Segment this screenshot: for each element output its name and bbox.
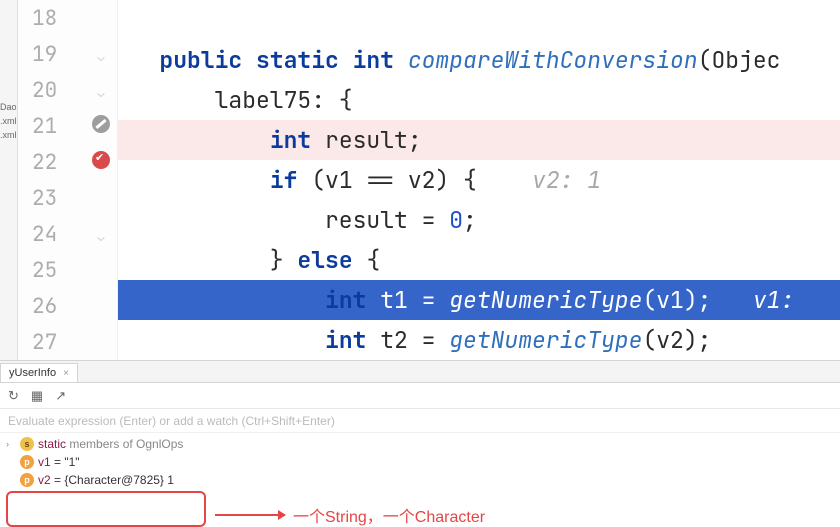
code-token: label75: { [159,85,352,115]
arrow-shaft-icon [215,514,285,516]
code-line[interactable]: int t2 = getNumericType(v2); [118,320,840,360]
code-token: v2: 1 [532,165,601,195]
code-token: ; [463,205,477,235]
debugger-panel: yUserInfo × ↻ ▦ ↗ Evaluate expression (E… [0,360,840,500]
file-tab-dao[interactable]: Dao. [0,100,17,114]
code-line[interactable]: } else { [118,240,840,280]
code-token: int [325,285,366,315]
code-token: v1: [753,285,794,315]
param-badge-icon: p [20,473,34,487]
code-token: 0 [449,205,463,235]
line-number: 18 [32,5,91,32]
file-tabs-sidebar: Dao. .xml .xml [0,0,18,360]
code-line[interactable]: result = 0; [118,200,840,240]
export-icon[interactable]: ↗ [55,388,66,404]
code-token: static [256,45,353,75]
annotation-arrow: 一个String，一个Character [215,503,485,527]
line-number: 25 [32,257,91,284]
var-v2-name: v2 [38,473,51,487]
code-token: result; [325,125,422,155]
line-number: 26 [32,293,91,320]
fold-icon[interactable]: ⌄ [91,77,111,104]
code-line[interactable]: if (v1 == v2) { v2: 1 [118,160,840,200]
debugger-tabs: yUserInfo × [0,361,840,383]
code-editor[interactable]: public static int compareWithConversion(… [118,0,840,360]
gutter-row[interactable]: 22 [18,144,117,180]
gutter-row[interactable]: 21 [18,108,117,144]
code-line[interactable]: label75: { [118,80,840,120]
code-token: t1 = [366,285,449,315]
code-line[interactable]: int result; [118,120,840,160]
var-row-v2[interactable]: p v2 = {Character@7825} 1 [0,471,840,489]
code-token: (Objec [698,45,781,75]
code-token: if [270,165,311,195]
var-static-label: static [38,437,66,451]
code-token: (v1 == v2) { [311,165,532,195]
var-row-static[interactable]: › s static members of OgnlOps [0,435,840,453]
line-number: 21 [32,113,91,140]
rerun-icon[interactable]: ↻ [8,388,19,404]
fold-icon[interactable]: ⌄ [91,41,111,68]
code-token [159,125,269,155]
file-tab-xml1[interactable]: .xml [0,114,17,128]
eval-placeholder: Evaluate expression (Enter) or add a wat… [8,414,335,428]
line-number: 24 [32,221,91,248]
grid-icon[interactable]: ▦ [31,388,43,404]
param-badge-icon: p [20,455,34,469]
code-line[interactable] [118,0,840,40]
code-token [159,165,269,195]
code-token: int [353,45,408,75]
var-v1-name: v1 [38,455,51,469]
line-number: 20 [32,77,91,104]
debugger-tab-userinfo[interactable]: yUserInfo × [0,363,78,382]
evaluate-expression-input[interactable]: Evaluate expression (Enter) or add a wat… [0,409,840,433]
static-badge-icon: s [20,437,34,451]
code-token: public [159,45,256,75]
line-number: 19 [32,41,91,68]
code-token: getNumericType [449,325,642,355]
file-tab-xml2[interactable]: .xml [0,128,17,142]
gutter-row[interactable]: 18 [18,0,117,36]
chevron-right-icon[interactable]: › [6,439,16,449]
code-token: (v2); [642,325,711,355]
no-entry-icon[interactable] [91,113,111,140]
line-number: 23 [32,185,91,212]
code-token: compareWithConversion [408,45,698,75]
var-row-v1[interactable]: p v1 = "1" [0,453,840,471]
code-token: (v1); [642,285,752,315]
gutter-row[interactable]: 27 [18,324,117,360]
line-gutter: 1819⌄20⌄21222324⌄252627 [18,0,118,360]
code-line[interactable]: int t1 = getNumericType(v1); v1: [118,280,840,320]
var-v2-value: = {Character@7825} 1 [51,473,174,487]
variables-tree[interactable]: › s static members of OgnlOps p v1 = "1"… [0,433,840,500]
code-token: result = [159,205,449,235]
code-token: int [270,125,325,155]
annotation-text: 一个String，一个Character [293,503,485,527]
debugger-toolbar: ↻ ▦ ↗ [0,383,840,409]
gutter-row[interactable]: 23 [18,180,117,216]
fold-icon[interactable]: ⌄ [91,221,111,248]
breakpoint-icon[interactable] [91,149,111,176]
close-icon[interactable]: × [63,368,69,379]
line-number: 27 [32,329,91,356]
code-token: { [366,245,380,275]
code-token [159,325,325,355]
annotation-box [6,491,206,527]
var-static-rest: members of OgnlOps [66,437,183,451]
var-v1-value: = "1" [51,455,80,469]
gutter-row[interactable]: 19⌄ [18,36,117,72]
gutter-row[interactable]: 26 [18,288,117,324]
line-number: 22 [32,149,91,176]
code-token: getNumericType [449,285,642,315]
code-token [159,285,325,315]
code-token: } [159,245,297,275]
code-token: else [297,245,366,275]
code-token: int [325,325,380,355]
debugger-tab-label: yUserInfo [9,367,56,379]
gutter-row[interactable]: 20⌄ [18,72,117,108]
code-line[interactable]: public static int compareWithConversion(… [118,40,840,80]
gutter-row[interactable]: 25 [18,252,117,288]
code-token: t2 = [380,325,449,355]
gutter-row[interactable]: 24⌄ [18,216,117,252]
